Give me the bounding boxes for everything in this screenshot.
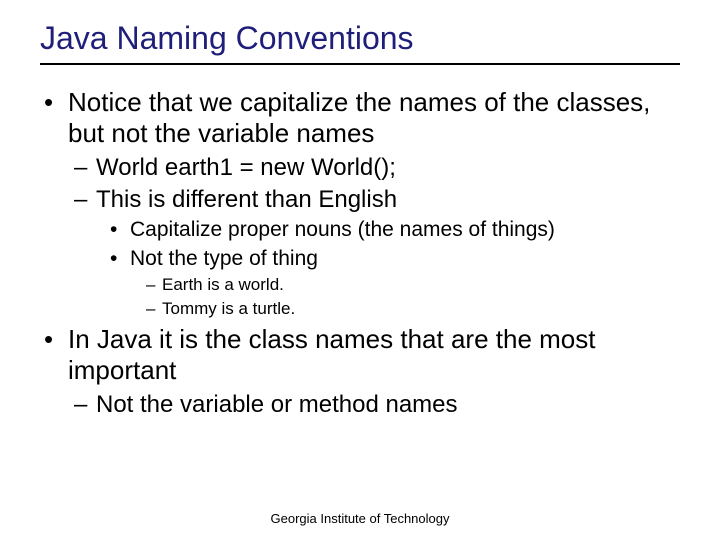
bullet-lvl1: Notice that we capitalize the names of t… [40,87,680,149]
bullet-lvl1: In Java it is the class names that are t… [40,324,680,386]
slide-title: Java Naming Conventions [40,20,680,65]
footer-text: Georgia Institute of Technology [0,511,720,526]
bullet-lvl2: Not the variable or method names [40,390,680,420]
bullet-lvl4: Tommy is a turtle. [40,298,680,320]
slide: Java Naming Conventions Notice that we c… [0,0,720,540]
bullet-lvl2: This is different than English [40,185,680,215]
bullet-list: Notice that we capitalize the names of t… [40,87,680,420]
bullet-lvl3: Capitalize proper nouns (the names of th… [40,217,680,243]
bullet-lvl3: Not the type of thing [40,246,680,272]
bullet-lvl2: World earth1 = new World(); [40,153,680,183]
bullet-lvl4: Earth is a world. [40,274,680,296]
